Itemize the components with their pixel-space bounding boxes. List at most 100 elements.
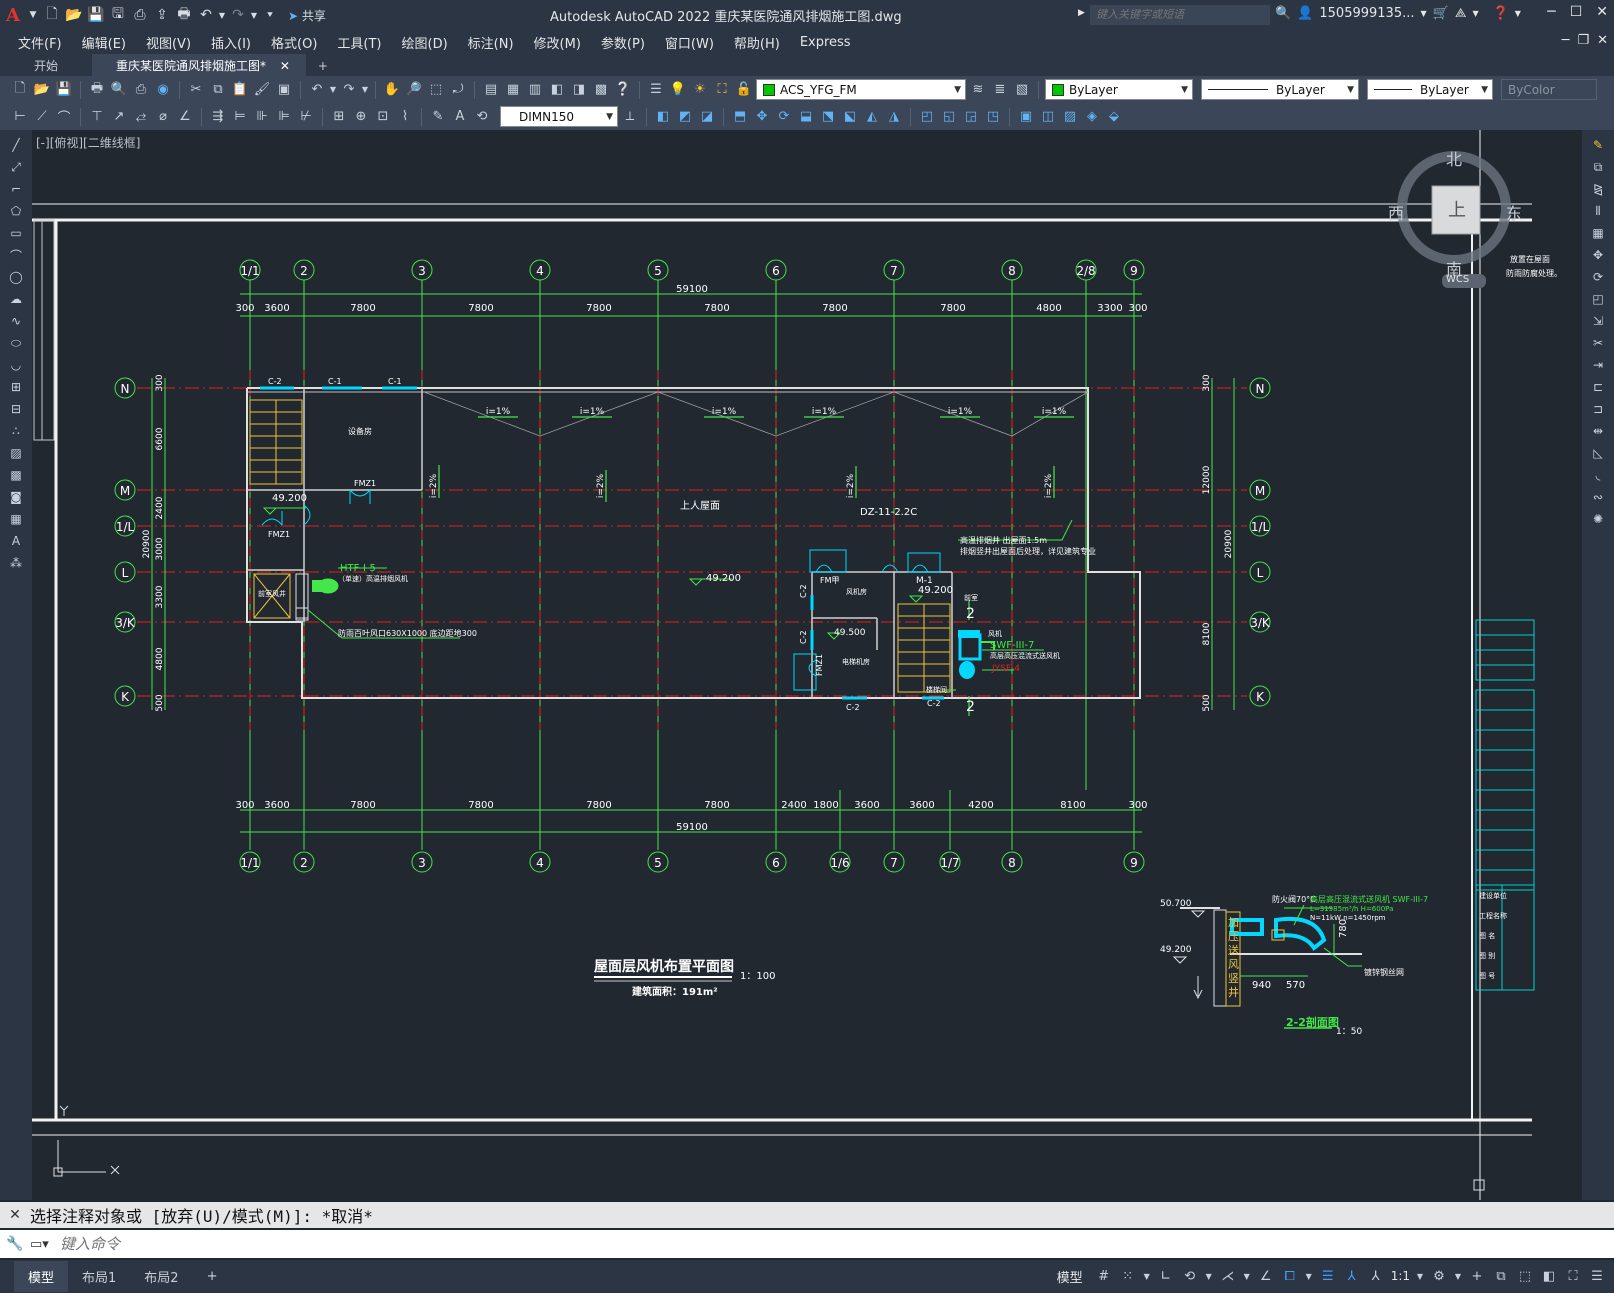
app-menu-arrow-icon[interactable]: ▼ [28, 5, 38, 25]
lights-icon[interactable]: ◈ [1082, 107, 1102, 127]
intersect-icon[interactable]: ⬕ [840, 107, 860, 127]
quick-properties-icon[interactable]: ⬚ [1516, 1266, 1534, 1286]
make-current-layer-icon[interactable]: ≋ [968, 80, 988, 100]
copy-object-icon[interactable]: ⧉ [1587, 158, 1609, 176]
tab-model[interactable]: 模型 [14, 1261, 69, 1292]
layer-lock-icon[interactable]: 🔓 [734, 80, 754, 100]
user-dropdown-icon[interactable]: ▼ [1420, 9, 1426, 18]
table-icon[interactable]: ▦ [5, 510, 27, 528]
menu-tools[interactable]: 工具(T) [327, 33, 391, 52]
section-icon[interactable]: ◮ [884, 107, 904, 127]
lineweight-dropdown[interactable]: ByLayer ▼ [1367, 79, 1493, 100]
pan-icon[interactable]: ✋ [382, 80, 402, 100]
fillet-icon[interactable]: ◟ [1587, 466, 1609, 484]
tab-layout1[interactable]: 布局1 [68, 1267, 130, 1286]
menu-modify[interactable]: 修改(M) [524, 33, 591, 52]
snap-dropdown-icon[interactable]: ▼ [1143, 1266, 1151, 1286]
save-tb-icon[interactable]: 💾 [54, 80, 74, 100]
camera-icon[interactable]: ⬙ [1104, 107, 1124, 127]
zoom-previous-icon[interactable]: ⤾ [448, 80, 468, 100]
layer-viewport-icon[interactable]: ⛶ [712, 80, 732, 100]
redo-tb-icon[interactable]: ↷ [339, 80, 359, 100]
grid-icon[interactable]: # [1095, 1266, 1113, 1286]
offset-icon[interactable]: ⫴ [1587, 202, 1609, 220]
object-snap-icon[interactable]: ⧠ [1281, 1266, 1299, 1286]
fullscreen-icon[interactable]: ⛶ [1564, 1266, 1582, 1286]
new-file-icon[interactable]: 🗋 [42, 5, 62, 25]
undo-tb-icon[interactable]: ↶ [307, 80, 327, 100]
redo-icon[interactable]: ↷ [228, 5, 248, 25]
sheet-set-icon[interactable]: ◧ [547, 80, 567, 100]
save-as-icon[interactable]: 🖫 [108, 5, 128, 25]
dim-aligned-icon[interactable]: ⟋ [32, 107, 52, 127]
menu-dimension[interactable]: 标注(N) [458, 33, 524, 52]
chamfer-edge-icon[interactable]: ◲ [961, 107, 981, 127]
line-icon[interactable]: ╱ [5, 136, 27, 154]
share-button[interactable]: ➤ 共享 [288, 7, 326, 24]
workspace-dropdown-icon[interactable]: ▼ [1454, 1266, 1462, 1286]
new-tab-icon[interactable]: + [306, 56, 340, 76]
snap-icon[interactable]: ⁙ [1119, 1266, 1137, 1286]
menu-parametric[interactable]: 参数(P) [591, 33, 655, 52]
isodraft-icon[interactable]: ⋌ [1219, 1266, 1237, 1286]
zoom-realtime-icon[interactable]: 🔎 [404, 80, 424, 100]
layer-properties-icon[interactable]: ☰ [646, 80, 666, 100]
layer-thaw-icon[interactable]: ☀ [690, 80, 710, 100]
search-icon[interactable]: 🔍 [1275, 6, 1291, 21]
view-cube-east[interactable]: 东 [1506, 200, 1522, 224]
menu-view[interactable]: 视图(V) [136, 33, 201, 52]
3d-cone-icon[interactable]: ◪ [697, 107, 717, 127]
explode-icon[interactable]: ✺ [1587, 510, 1609, 528]
command-input[interactable] [60, 1232, 1614, 1256]
make-block-icon[interactable]: ⊟ [5, 400, 27, 418]
insert-block-icon[interactable]: ⊞ [5, 378, 27, 396]
construction-line-icon[interactable]: ⤢ [5, 158, 27, 176]
dim-edit-icon[interactable]: ✎ [428, 107, 448, 127]
mtext-icon[interactable]: A [5, 532, 27, 550]
break-icon[interactable]: ⊐ [1587, 400, 1609, 418]
3d-extrude-icon[interactable]: ⬒ [730, 107, 750, 127]
menu-window[interactable]: 窗口(W) [655, 33, 724, 52]
region-icon[interactable]: ◙ [5, 488, 27, 506]
copy-icon[interactable]: ⧉ [208, 80, 228, 100]
circle-icon[interactable]: ◯ [5, 268, 27, 286]
tolerance-icon[interactable]: ⊞ [329, 107, 349, 127]
minimize-icon[interactable]: ─ [1547, 4, 1555, 20]
rectangle-icon[interactable]: ▭ [5, 224, 27, 242]
dim-break-icon[interactable]: ⊬ [296, 107, 316, 127]
maximize-icon[interactable]: ☐ [1570, 4, 1583, 20]
menu-format[interactable]: 格式(O) [261, 33, 327, 52]
layer-previous-icon[interactable]: ≣ [990, 80, 1010, 100]
object-snap-tracking-icon[interactable]: ∠ [1257, 1266, 1275, 1286]
viewport-controls[interactable]: [-][俯视][二维线框] [36, 134, 140, 151]
ortho-icon[interactable]: ∟ [1157, 1266, 1175, 1286]
break-at-point-icon[interactable]: ⊏ [1587, 378, 1609, 396]
menu-express[interactable]: Express [790, 35, 861, 50]
tab-start[interactable]: 开始 [0, 54, 93, 76]
visual-style-icon[interactable]: ▣ [1016, 107, 1036, 127]
shell-icon[interactable]: ◰ [917, 107, 937, 127]
customize-qat-icon[interactable]: ⯆ [260, 5, 280, 25]
undo-tb-dropdown-icon[interactable]: ▼ [329, 80, 337, 100]
undo-dropdown-icon[interactable]: ▼ [218, 5, 226, 25]
point-icon[interactable]: ∴ [5, 422, 27, 440]
quick-calc-icon[interactable]: ▩ [591, 80, 611, 100]
erase-icon[interactable]: ✎ [1587, 136, 1609, 154]
jogged-linear-icon[interactable]: ⌇ [395, 107, 415, 127]
lineweight-icon[interactable]: ☰ [1319, 1266, 1337, 1286]
model-space-toggle[interactable]: 模型 [1057, 1267, 1083, 1286]
color-dropdown[interactable]: ByLayer ▼ [1045, 79, 1193, 100]
3d-wedge-icon[interactable]: ◩ [675, 107, 695, 127]
block-editor-icon[interactable]: ▣ [274, 80, 294, 100]
dim-angular-icon[interactable]: ∠ [175, 107, 195, 127]
undo-icon[interactable]: ↶ [196, 5, 216, 25]
annotation-visibility-icon[interactable]: ⅄ [1343, 1266, 1361, 1286]
arc-icon[interactable]: ⌒ [5, 246, 27, 264]
dim-ordinate-icon[interactable]: ⊤ [87, 107, 107, 127]
publish-tb-icon[interactable]: ⎙ [131, 80, 151, 100]
close-command-line-icon[interactable]: ✕ [0, 1207, 30, 1223]
redo-dropdown-icon[interactable]: ▼ [250, 5, 258, 25]
tool-palettes-icon[interactable]: ▥ [525, 80, 545, 100]
layer-on-icon[interactable]: 💡 [668, 80, 688, 100]
materials-icon[interactable]: ▨ [1060, 107, 1080, 127]
